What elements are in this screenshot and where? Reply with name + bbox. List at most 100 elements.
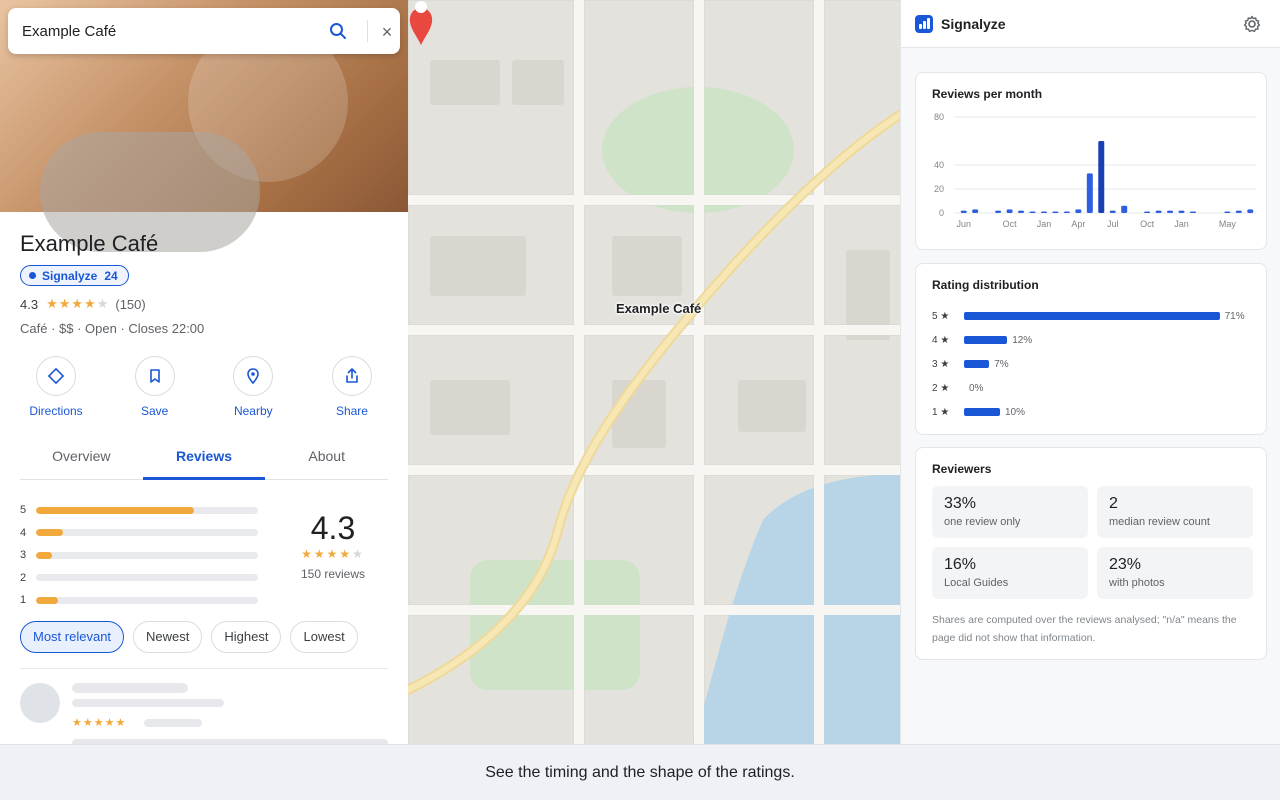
- histogram-row-label: 1: [20, 594, 27, 607]
- badge-label: Signalyze: [42, 268, 98, 283]
- directions-button[interactable]: Directions: [16, 356, 96, 418]
- rating-histogram: 5 4 3 2 1: [20, 499, 260, 612]
- chart-x-tick: Oct: [1140, 219, 1155, 229]
- stat-local-guides: 16% Local Guides: [932, 547, 1088, 599]
- histogram-row[interactable]: 4: [20, 522, 260, 545]
- chart-x-tick: Oct: [1003, 219, 1018, 229]
- review-stars-icon: ★★★★★: [72, 717, 127, 729]
- stat-with-photos: 23% with photos: [1097, 547, 1253, 599]
- histogram-row-label: 5: [20, 504, 27, 517]
- histogram-fill: [36, 506, 194, 514]
- chart-bar[interactable]: [1063, 211, 1070, 214]
- stat-value: 33%: [944, 495, 977, 512]
- histogram-row[interactable]: 1: [20, 589, 260, 612]
- chart-x-tick: Jun: [956, 219, 971, 229]
- distribution-row-label: 5 ★: [932, 310, 950, 322]
- distribution-row: 4 ★ 12%: [932, 332, 1032, 348]
- location-pin-icon: [233, 356, 274, 396]
- close-icon[interactable]: ×: [376, 21, 398, 43]
- signalyze-logo-icon: [915, 14, 933, 33]
- reviews-per-month-title: Reviews per month: [932, 87, 1043, 101]
- overall-stars-icon: ★★★★★: [301, 547, 365, 561]
- overall-score-value: 4.3: [310, 510, 356, 546]
- chart-y-tick: 20: [934, 184, 944, 194]
- chart-bar[interactable]: [1029, 211, 1036, 214]
- map-pin-label: Example Café: [616, 301, 702, 316]
- review-avatar-placeholder: [20, 683, 60, 723]
- search-divider: [367, 20, 368, 42]
- chart-bar[interactable]: [1109, 210, 1116, 213]
- histogram-row[interactable]: 5: [20, 499, 260, 522]
- chart-bar[interactable]: [1235, 210, 1242, 213]
- rating-distribution-title: Rating distribution: [932, 278, 1039, 292]
- histogram-track: [36, 529, 258, 537]
- nearby-label: Nearby: [233, 404, 273, 418]
- sort-chips: Most relevant Newest Highest Lowest: [20, 621, 358, 653]
- badge-dot-icon: [29, 272, 36, 279]
- chart-bar[interactable]: [995, 210, 1002, 213]
- map-pin-icon[interactable]: [408, 0, 434, 46]
- stat-label: with photos: [1109, 577, 1165, 589]
- chart-bar[interactable]: [1086, 173, 1093, 213]
- review-divider: [20, 668, 388, 669]
- histogram-row[interactable]: 2: [20, 567, 260, 590]
- rating-value: 4.3: [20, 296, 39, 312]
- tab-overview[interactable]: Overview: [20, 440, 143, 479]
- chart-bar[interactable]: [972, 209, 979, 213]
- search-icon[interactable]: [326, 19, 350, 43]
- distribution-percent: 10%: [1005, 406, 1026, 418]
- distribution-percent: 7%: [994, 358, 1009, 370]
- review-name-placeholder: [72, 683, 188, 693]
- distribution-row: 5 ★ 71%: [932, 308, 1245, 324]
- sort-most-relevant[interactable]: Most relevant: [20, 621, 125, 653]
- chart-bar[interactable]: [1224, 211, 1231, 214]
- signalyze-badge[interactable]: Signalyze 24: [20, 265, 129, 286]
- chart-bar[interactable]: [960, 210, 967, 213]
- rating-stars-icon: ★★★★★: [46, 296, 110, 311]
- histogram-row[interactable]: 3: [20, 544, 260, 567]
- search-input[interactable]: [22, 22, 312, 40]
- chart-y-tick: 0: [939, 208, 944, 218]
- chart-bar[interactable]: [1018, 210, 1025, 213]
- rating-count[interactable]: (150): [115, 297, 145, 312]
- tab-about[interactable]: About: [265, 440, 388, 479]
- chart-bar[interactable]: [1006, 209, 1013, 213]
- chart-bar[interactable]: [1189, 211, 1196, 214]
- nearby-button[interactable]: Nearby: [213, 356, 293, 418]
- share-button[interactable]: Share: [312, 356, 392, 418]
- chart-bar[interactable]: [1075, 209, 1082, 213]
- review-meta-placeholder: [72, 699, 224, 707]
- reviews-per-month-chart: 0 20 40 80 Jun Oct Jan Apr Jul Oct Jan May: [934, 112, 1256, 229]
- save-button[interactable]: Save: [115, 356, 195, 418]
- sort-highest[interactable]: Highest: [211, 621, 282, 653]
- distribution-row: 2 ★ 0%: [932, 380, 983, 396]
- distribution-percent: 12%: [1012, 334, 1033, 346]
- sort-lowest[interactable]: Lowest: [290, 621, 358, 653]
- distribution-row: 1 ★ 10%: [932, 404, 1025, 420]
- place-info: Café · $$ · Open · Closes 22:00: [20, 321, 205, 336]
- chart-bar[interactable]: [1247, 209, 1254, 213]
- map-view[interactable]: Example Café: [408, 0, 900, 744]
- share-icon: [331, 356, 372, 396]
- overall-score: 4.3 ★★★★★ 150 reviews: [292, 510, 374, 581]
- histogram-row-label: 3: [20, 549, 27, 562]
- gear-icon[interactable]: [1242, 14, 1262, 34]
- sort-newest[interactable]: Newest: [133, 621, 203, 653]
- overall-review-count: 150 reviews: [300, 567, 366, 581]
- distribution-percent: 0%: [969, 382, 984, 394]
- bookmark-icon: [134, 356, 175, 396]
- chart-bar[interactable]: [1144, 211, 1151, 214]
- chart-bar[interactable]: [1178, 210, 1185, 213]
- stat-label: Local Guides: [944, 577, 1009, 589]
- chart-bar[interactable]: [1098, 141, 1105, 213]
- chart-bar[interactable]: [1167, 210, 1174, 213]
- histogram-track: [36, 596, 258, 604]
- chart-bar[interactable]: [1121, 205, 1128, 213]
- chart-bar[interactable]: [1040, 211, 1047, 214]
- reviewers-card: Reviewers 33% one review only 2 median r…: [915, 447, 1267, 660]
- chart-bar[interactable]: [1155, 210, 1162, 213]
- distribution-bar: [964, 360, 990, 368]
- tab-reviews[interactable]: Reviews: [142, 440, 266, 480]
- chart-bar[interactable]: [1052, 211, 1059, 214]
- caption: See the timing and the shape of the rati…: [0, 744, 1280, 800]
